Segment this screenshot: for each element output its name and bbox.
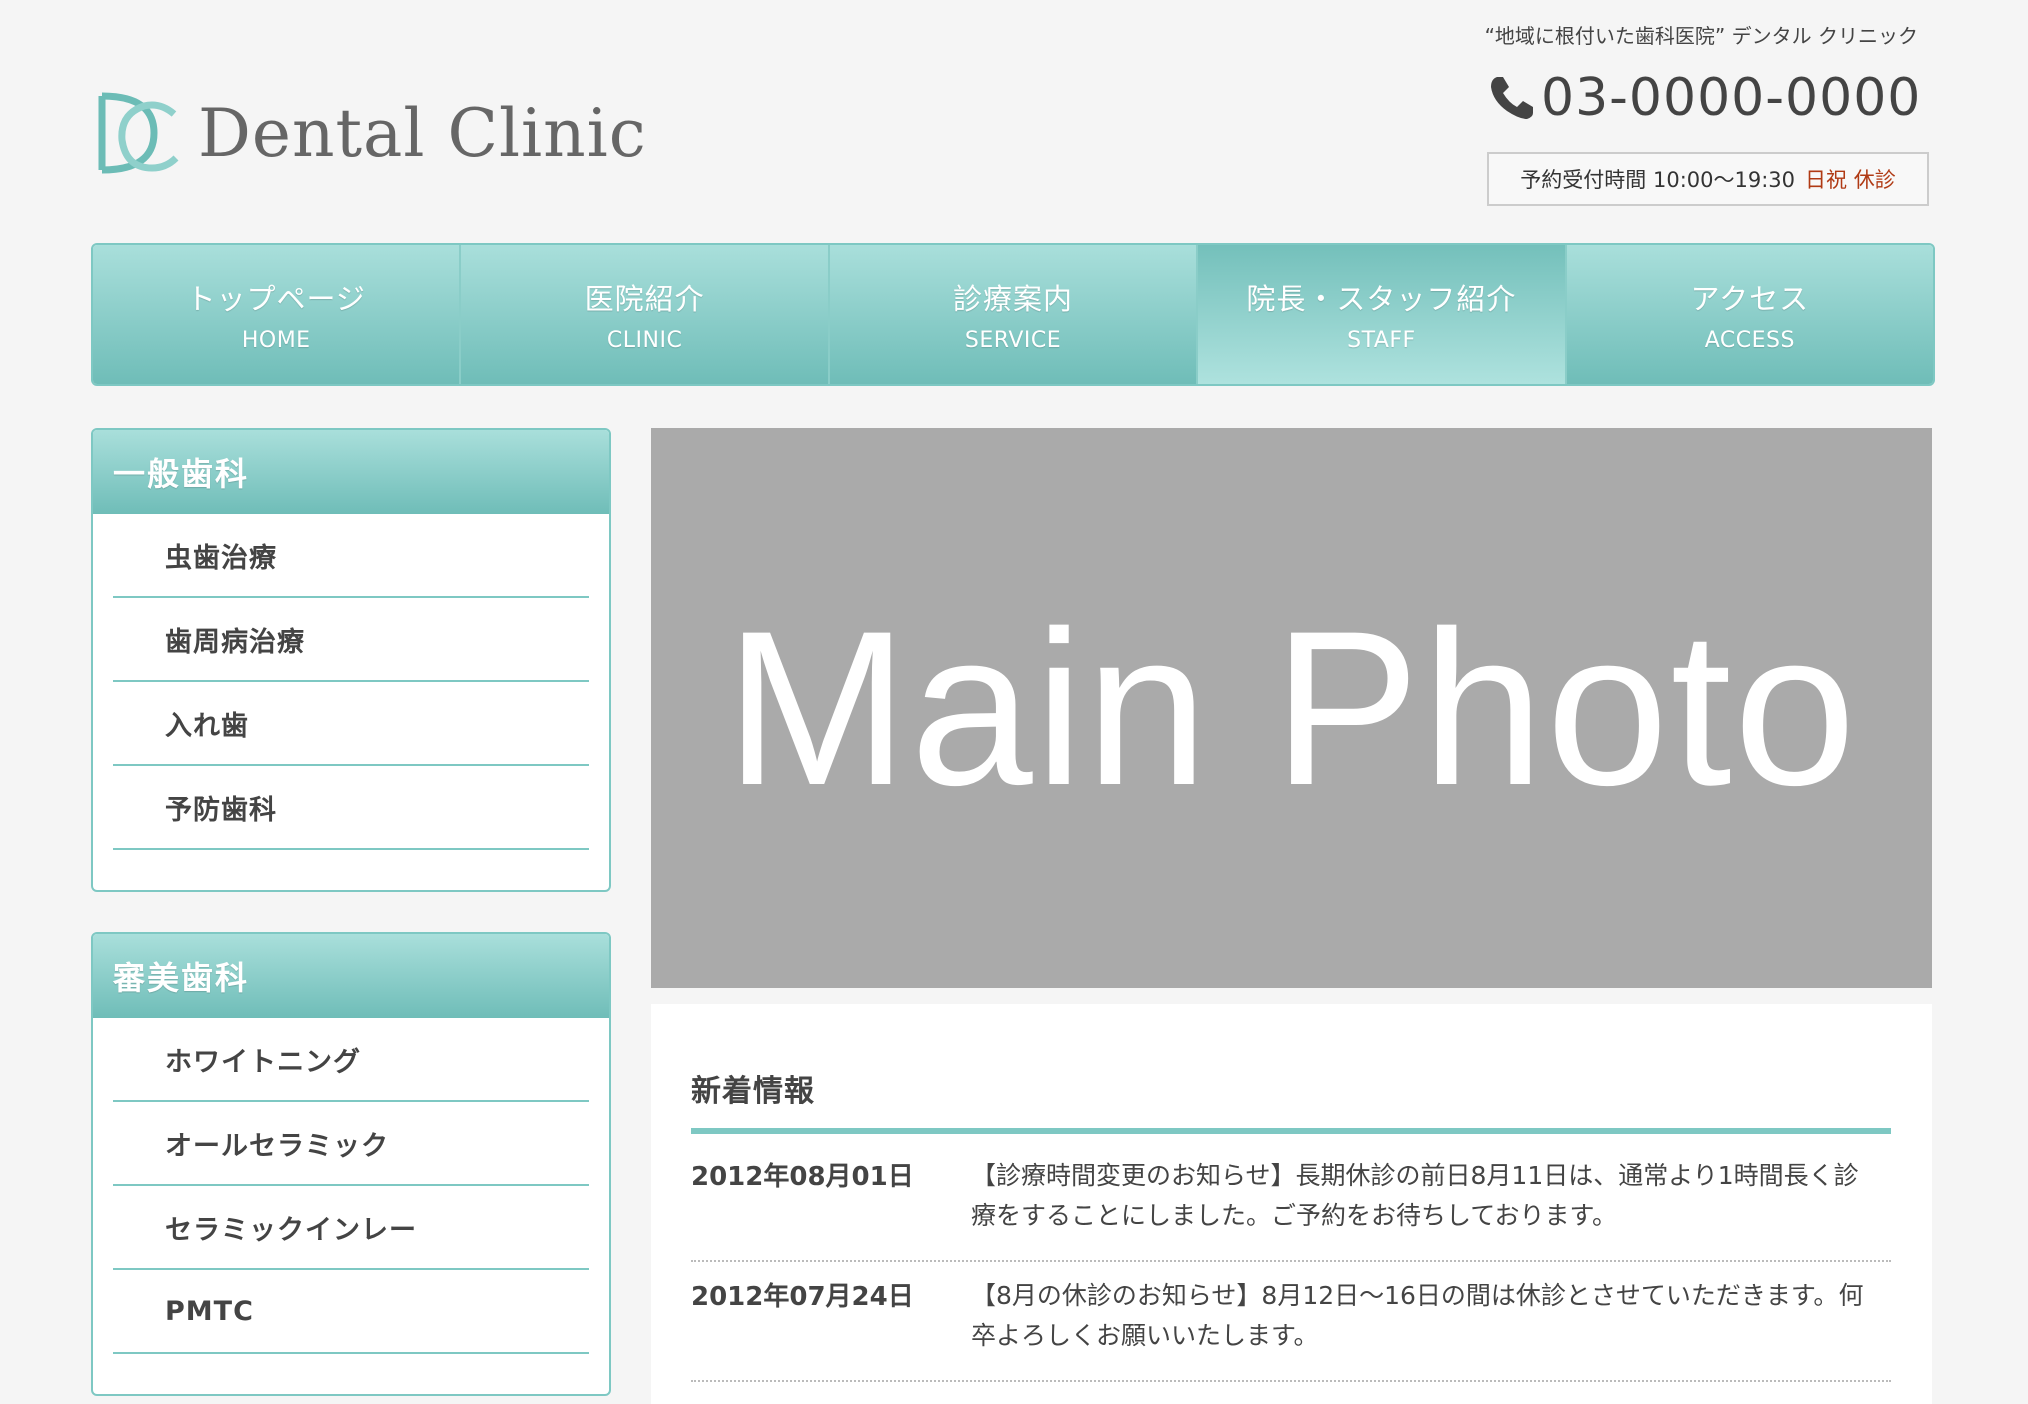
nav-label-en: ACCESS <box>1704 328 1795 353</box>
logo-text: Dental Clinic <box>198 94 647 172</box>
sidebar-heading: 審美歯科 <box>93 934 609 1018</box>
sidebar-item[interactable]: PMTC <box>113 1270 589 1354</box>
news-date: 2012年08月01日 <box>691 1162 914 1192</box>
sidebar-item[interactable]: セラミックインレー <box>113 1186 589 1270</box>
dc-logo-icon <box>98 92 179 174</box>
tagline: “地域に根付いた歯科医院” デンタル クリニック <box>1484 24 1918 48</box>
nav-item-staff[interactable]: 院長・スタッフ紹介 STAFF <box>1198 245 1567 384</box>
nav-label-jp: 医院紹介 <box>584 282 705 316</box>
nav-item-home[interactable]: トップページ HOME <box>93 245 462 384</box>
nav-label-en: STAFF <box>1347 328 1416 353</box>
sidebar-item[interactable]: 虫歯治療 <box>113 514 589 598</box>
reception-hours: 予約受付時間 10:00〜19:30 日祝 休診 <box>1487 152 1929 206</box>
sidebar-item[interactable]: ホワイトニング <box>113 1018 589 1102</box>
sidebar-item[interactable]: オールセラミック <box>113 1102 589 1186</box>
news-text: 【診療時間変更のお知らせ】長期休診の前日8月11日は、通常より1時間長く診療をす… <box>971 1161 1859 1230</box>
hours-text: 予約受付時間 10:00〜19:30 <box>1520 168 1796 192</box>
nav-item-service[interactable]: 診療案内 SERVICE <box>829 245 1199 384</box>
news-date: 2012年07月24日 <box>691 1282 914 1312</box>
news-divider <box>691 1128 1891 1134</box>
sidebar-list: ホワイトニング オールセラミック セラミックインレー PMTC <box>93 1018 609 1394</box>
main-photo-placeholder: Main Photo <box>651 428 1932 988</box>
phone-contact[interactable]: 03-0000-0000 <box>1485 68 1921 128</box>
sidebar-item[interactable]: 歯周病治療 <box>113 598 589 682</box>
sidebar-heading: 一般歯科 <box>93 430 609 514</box>
closed-days: 日祝 休診 <box>1805 168 1896 192</box>
news-heading: 新着情報 <box>691 1074 815 1109</box>
nav-label-en: CLINIC <box>606 328 683 353</box>
phone-number: 03-0000-0000 <box>1541 68 1922 128</box>
nav-item-clinic[interactable]: 医院紹介 CLINIC <box>461 245 830 384</box>
site-header: Dental Clinic “地域に根付いた歯科医院” デンタル クリニック 0… <box>0 0 2028 240</box>
nav-label-en: HOME <box>241 328 311 353</box>
nav-label-jp: トップページ <box>186 282 366 316</box>
nav-label-jp: アクセス <box>1690 282 1810 316</box>
sidebar-item[interactable]: 入れ歯 <box>113 682 589 766</box>
sidebar-list: 虫歯治療 歯周病治療 入れ歯 予防歯科 <box>93 514 609 890</box>
sidebar-general-dentistry: 一般歯科 虫歯治療 歯周病治療 入れ歯 予防歯科 <box>91 428 611 892</box>
site-logo[interactable]: Dental Clinic <box>94 88 647 178</box>
news-item[interactable]: 2012年07月24日 【8月の休診のお知らせ】8月12日〜16日の間は休診とさ… <box>691 1276 1891 1382</box>
sidebar-cosmetic-dentistry: 審美歯科 ホワイトニング オールセラミック セラミックインレー PMTC <box>91 932 611 1396</box>
sidebar-item[interactable]: 予防歯科 <box>113 766 589 850</box>
news-item[interactable]: 2012年08月01日 【診療時間変更のお知らせ】長期休診の前日8月11日は、通… <box>691 1156 1891 1262</box>
nav-item-access[interactable]: アクセス ACCESS <box>1566 245 1933 384</box>
nav-label-en: SERVICE <box>964 328 1062 353</box>
phone-icon <box>1491 77 1533 119</box>
global-nav: トップページ HOME 医院紹介 CLINIC 診療案内 SERVICE 院長・… <box>91 243 1935 386</box>
news-section: 新着情報 2012年08月01日 【診療時間変更のお知らせ】長期休診の前日8月1… <box>651 1004 1932 1404</box>
nav-label-jp: 院長・スタッフ紹介 <box>1246 282 1517 316</box>
news-text: 【8月の休診のお知らせ】8月12日〜16日の間は休診とさせていただきます。何卒よ… <box>971 1281 1864 1350</box>
nav-label-jp: 診療案内 <box>953 282 1074 316</box>
main-photo-label: Main Photo <box>725 584 1858 831</box>
